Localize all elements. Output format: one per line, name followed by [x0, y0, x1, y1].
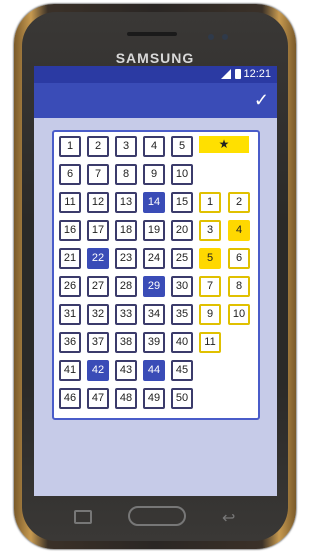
star-number-cell-9[interactable]: 9: [199, 304, 221, 325]
number-cell-5[interactable]: 5: [171, 136, 193, 157]
number-cell-35[interactable]: 35: [171, 304, 193, 325]
number-cell-13[interactable]: 13: [115, 192, 137, 213]
number-cell-19[interactable]: 19: [143, 220, 165, 241]
number-cell-29[interactable]: 29: [143, 276, 165, 297]
number-cell-32[interactable]: 32: [87, 304, 109, 325]
number-cell-7[interactable]: 7: [87, 164, 109, 185]
hardware-nav-bar: ↩: [34, 498, 277, 538]
number-cell-9[interactable]: 9: [143, 164, 165, 185]
app-bar: ✓: [34, 83, 277, 118]
home-button[interactable]: [128, 506, 186, 526]
number-cell-41[interactable]: 41: [59, 360, 81, 381]
number-cell-4[interactable]: 4: [143, 136, 165, 157]
star-number-cell-8[interactable]: 8: [228, 276, 250, 297]
number-cell-2[interactable]: 2: [87, 136, 109, 157]
star-number-cell-7[interactable]: 7: [199, 276, 221, 297]
status-bar: 12:21: [34, 66, 277, 83]
number-cell-38[interactable]: 38: [115, 332, 137, 353]
number-cell-28[interactable]: 28: [115, 276, 137, 297]
number-cell-47[interactable]: 47: [87, 388, 109, 409]
star-number-cell-5[interactable]: 5: [199, 248, 221, 269]
number-cell-18[interactable]: 18: [115, 220, 137, 241]
status-time: 12:21: [243, 68, 271, 80]
number-cell-50[interactable]: 50: [171, 388, 193, 409]
star-number-cell-2[interactable]: 2: [228, 192, 250, 213]
brand-logo: SAMSUNG: [115, 50, 195, 66]
signal-icon: [221, 69, 231, 79]
number-cell-48[interactable]: 48: [115, 388, 137, 409]
battery-icon: [235, 69, 241, 79]
number-cell-14[interactable]: 14: [143, 192, 165, 213]
number-cell-8[interactable]: 8: [115, 164, 137, 185]
number-cell-46[interactable]: 46: [59, 388, 81, 409]
number-cell-25[interactable]: 25: [171, 248, 193, 269]
number-cell-43[interactable]: 43: [115, 360, 137, 381]
number-cell-23[interactable]: 23: [115, 248, 137, 269]
check-icon[interactable]: ✓: [254, 90, 269, 111]
number-cell-33[interactable]: 33: [115, 304, 137, 325]
number-cell-49[interactable]: 49: [143, 388, 165, 409]
number-cell-44[interactable]: 44: [143, 360, 165, 381]
proximity-sensor: [222, 34, 228, 40]
number-cell-6[interactable]: 6: [59, 164, 81, 185]
number-picker-card: ★ 1 2 3 4 5 6 7 8 9 10 11 12 13 14 15 16 17 18 19 20 21 22 23 2…: [52, 130, 260, 420]
number-cell-21[interactable]: 21: [59, 248, 81, 269]
bonus-star-header: ★: [199, 136, 249, 153]
number-cell-24[interactable]: 24: [143, 248, 165, 269]
back-button[interactable]: ↩: [222, 508, 235, 528]
star-number-cell-4[interactable]: 4: [228, 220, 250, 241]
number-cell-10[interactable]: 10: [171, 164, 193, 185]
number-cell-27[interactable]: 27: [87, 276, 109, 297]
number-cell-20[interactable]: 20: [171, 220, 193, 241]
number-cell-34[interactable]: 34: [143, 304, 165, 325]
earpiece-speaker: [127, 32, 177, 36]
number-cell-11[interactable]: 11: [59, 192, 81, 213]
number-cell-15[interactable]: 15: [171, 192, 193, 213]
star-number-cell-1[interactable]: 1: [199, 192, 221, 213]
number-cell-39[interactable]: 39: [143, 332, 165, 353]
star-number-cell-11[interactable]: 11: [199, 332, 221, 353]
number-cell-16[interactable]: 16: [59, 220, 81, 241]
number-cell-45[interactable]: 45: [171, 360, 193, 381]
star-number-cell-3[interactable]: 3: [199, 220, 221, 241]
number-cell-17[interactable]: 17: [87, 220, 109, 241]
front-camera: [208, 34, 214, 40]
star-number-cell-10[interactable]: 10: [228, 304, 250, 325]
number-cell-1[interactable]: 1: [59, 136, 81, 157]
star-number-cell-6[interactable]: 6: [228, 248, 250, 269]
number-cell-37[interactable]: 37: [87, 332, 109, 353]
recent-apps-button[interactable]: [74, 510, 92, 524]
number-cell-31[interactable]: 31: [59, 304, 81, 325]
number-cell-40[interactable]: 40: [171, 332, 193, 353]
app-screen: 12:21 ✓ ★ 1 2 3 4 5 6 7 8 9 10 11 12 13 14 15 16 17 18 19 2…: [34, 66, 277, 496]
number-cell-42[interactable]: 42: [87, 360, 109, 381]
number-cell-36[interactable]: 36: [59, 332, 81, 353]
number-cell-3[interactable]: 3: [115, 136, 137, 157]
number-cell-30[interactable]: 30: [171, 276, 193, 297]
number-cell-26[interactable]: 26: [59, 276, 81, 297]
number-cell-12[interactable]: 12: [87, 192, 109, 213]
number-cell-22[interactable]: 22: [87, 248, 109, 269]
